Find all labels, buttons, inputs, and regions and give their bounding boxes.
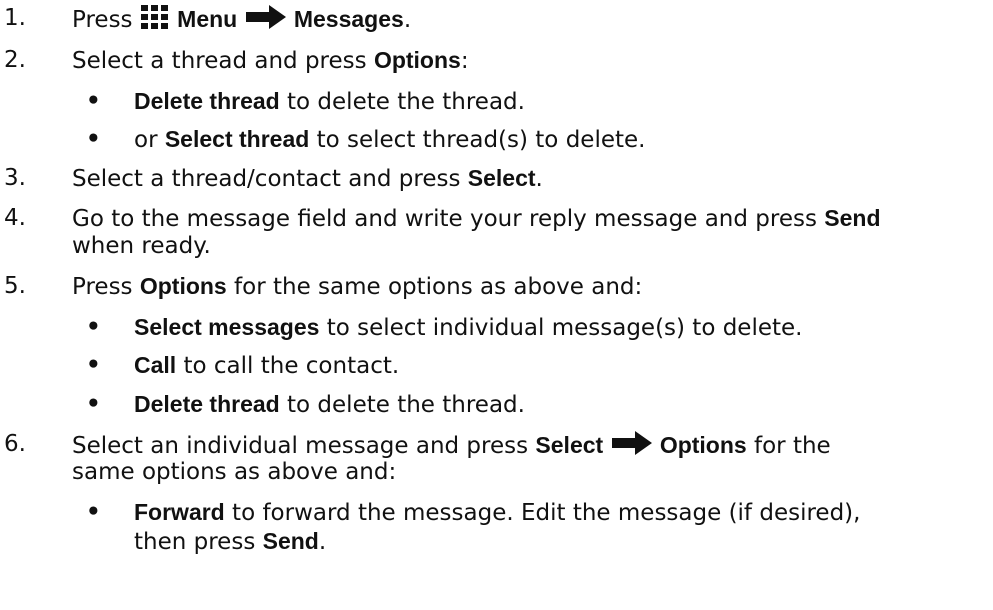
bullet-bold: Select messages <box>134 314 320 340</box>
bullet-text: Delete thread to delete the thread. <box>134 390 984 420</box>
bullet-bold: Delete thread <box>134 391 280 417</box>
options-label: Options <box>139 273 227 299</box>
step-end: . <box>403 7 412 33</box>
step-plain-text: Go to the message field and write your r… <box>72 206 825 232</box>
bullet-plain: to call the contact. <box>176 353 400 379</box>
bullet-text-line-2: then press Send. <box>134 527 984 557</box>
messages-label: Messages <box>293 6 404 32</box>
bullet-mark: • <box>86 352 101 378</box>
bullet-mark: • <box>86 88 101 114</box>
step-text-line-2: when ready. <box>72 233 211 259</box>
bullet-plain: to select individual message(s) to delet… <box>319 315 803 341</box>
bullet-text: Select messages to select individual mes… <box>134 313 984 343</box>
bullet-plain: to delete the thread. <box>279 392 525 418</box>
step-plain-text: for the same options as above and: <box>226 274 643 300</box>
bullet-text: Call to call the contact. <box>134 351 984 381</box>
bullet-mark: • <box>86 499 101 525</box>
bullet-end: . <box>318 529 327 555</box>
bullet-bold: Call <box>134 352 177 378</box>
options-label: Options <box>373 47 461 73</box>
instruction-document: 1. Press Menu Messages. 2. Select a thre… <box>0 0 993 610</box>
step-end: : <box>460 48 469 74</box>
bullet-mark: • <box>86 314 101 340</box>
step-plain-text: Select a thread and press <box>72 48 374 74</box>
bullet-prefix: then press <box>134 529 263 555</box>
send-label: Send <box>262 528 319 554</box>
step-number: 4. <box>4 205 26 231</box>
menu-label: Menu <box>177 6 238 32</box>
bullet-bold: Select thread <box>164 126 310 152</box>
step-prefix: Press <box>72 7 140 33</box>
step-number: 3. <box>4 165 26 191</box>
step-number: 1. <box>4 5 26 31</box>
step-text: Go to the message field and write your r… <box>72 204 984 234</box>
step-plain-text: Select a thread/contact and press <box>72 166 468 192</box>
step-number: 6. <box>4 431 26 457</box>
step-text: Select a thread and press Options: <box>72 46 984 76</box>
step-number: 5. <box>4 273 26 299</box>
bullet-plain: to delete the thread. <box>279 89 525 115</box>
bullet-prefix: or <box>134 127 165 153</box>
bullet-mark: • <box>86 391 101 417</box>
bullet-text: or Select thread to select thread(s) to … <box>134 125 984 155</box>
right-arrow-icon <box>245 4 287 38</box>
step-end: . <box>535 166 543 192</box>
bullet-bold: Forward <box>134 499 225 525</box>
grid-menu-icon <box>140 4 170 38</box>
bullet-mark: • <box>86 126 101 152</box>
step-text: Press Menu Messages. <box>72 4 984 38</box>
step-prefix: Press <box>72 274 140 300</box>
step-text: Select a thread/contact and press Select… <box>72 164 984 194</box>
step-plain-text: Select an individual message and press <box>72 433 536 459</box>
bullet-text: Delete thread to delete the thread. <box>134 87 984 117</box>
send-label: Send <box>824 205 881 231</box>
step-number: 2. <box>4 47 26 73</box>
select-label: Select <box>467 165 536 191</box>
bullet-plain: to forward the message. Edit the message… <box>224 500 861 526</box>
options-label: Options <box>659 432 747 458</box>
bullet-text: Forward to forward the message. Edit the… <box>134 498 984 528</box>
step-plain-text-2: for the <box>746 433 831 459</box>
bullet-bold: Delete thread <box>134 88 280 114</box>
step-text: Press Options for the same options as ab… <box>72 272 984 302</box>
bullet-plain: to select thread(s) to delete. <box>309 127 646 153</box>
step-text-line-2: same options as above and: <box>72 459 397 485</box>
select-label: Select <box>535 432 604 458</box>
